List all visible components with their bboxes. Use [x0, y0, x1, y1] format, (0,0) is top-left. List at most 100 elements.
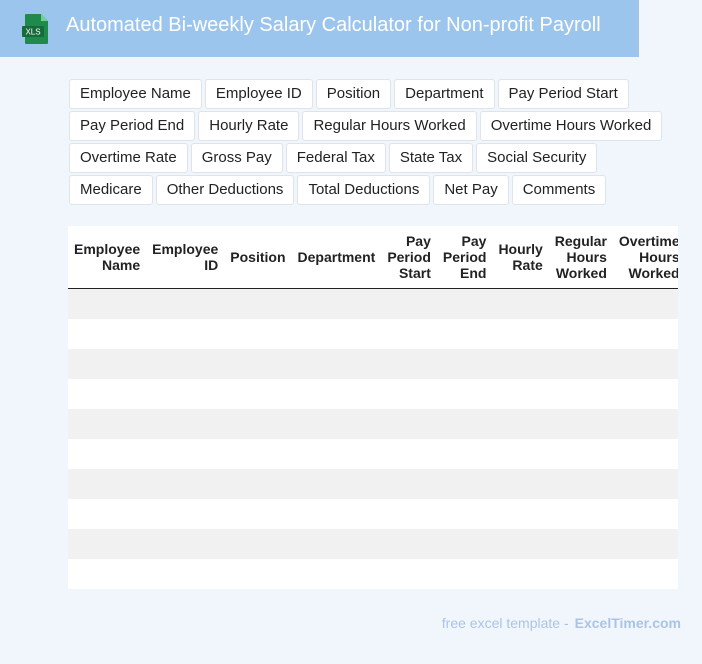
payroll-table-container[interactable]: Employee Name Employee ID Position Departme… [68, 226, 678, 589]
table-cell[interactable] [492, 529, 549, 559]
table-cell[interactable] [291, 379, 382, 409]
table-cell[interactable] [146, 288, 225, 319]
table-cell[interactable] [68, 559, 147, 589]
table-cell[interactable] [612, 288, 678, 319]
table-cell[interactable] [224, 319, 292, 349]
table-cell[interactable] [381, 349, 437, 379]
table-cell[interactable] [381, 409, 437, 439]
table-cell[interactable] [548, 379, 613, 409]
column-tag[interactable]: Total Deductions [297, 175, 431, 205]
table-cell[interactable] [381, 379, 437, 409]
table-cell[interactable] [548, 499, 613, 529]
table-cell[interactable] [548, 288, 613, 319]
column-header[interactable]: Employee Name [68, 226, 147, 289]
table-cell[interactable] [381, 529, 437, 559]
table-cell[interactable] [436, 319, 493, 349]
table-cell[interactable] [68, 469, 147, 499]
table-cell[interactable] [146, 469, 225, 499]
table-cell[interactable] [224, 288, 292, 319]
table-cell[interactable] [146, 379, 225, 409]
table-cell[interactable] [291, 409, 382, 439]
table-cell[interactable] [146, 409, 225, 439]
table-cell[interactable] [492, 469, 549, 499]
table-cell[interactable] [291, 288, 382, 319]
column-header[interactable]: Regular Hours Worked [548, 226, 613, 289]
table-cell[interactable] [224, 529, 292, 559]
table-cell[interactable] [68, 379, 147, 409]
table-cell[interactable] [548, 529, 613, 559]
column-tag[interactable]: Overtime Rate [69, 143, 188, 173]
table-cell[interactable] [381, 439, 437, 469]
table-cell[interactable] [612, 349, 678, 379]
table-cell[interactable] [492, 319, 549, 349]
table-cell[interactable] [612, 319, 678, 349]
column-tag[interactable]: Employee Name [69, 79, 202, 109]
table-cell[interactable] [548, 349, 613, 379]
table-cell[interactable] [224, 469, 292, 499]
column-tag[interactable]: Federal Tax [285, 143, 386, 173]
table-cell[interactable] [548, 469, 613, 499]
column-tag[interactable]: Employee ID [204, 79, 313, 109]
table-cell[interactable] [612, 469, 678, 499]
table-cell[interactable] [291, 499, 382, 529]
column-tag[interactable]: Regular Hours Worked [302, 111, 477, 141]
footer-brand-link[interactable]: ExcelTimer.com [575, 615, 681, 631]
table-cell[interactable] [492, 499, 549, 529]
table-cell[interactable] [224, 559, 292, 589]
column-tag[interactable]: Department [394, 79, 495, 109]
column-tag[interactable]: Net Pay [433, 175, 509, 205]
column-tag[interactable]: Gross Pay [190, 143, 283, 173]
table-cell[interactable] [548, 439, 613, 469]
table-cell[interactable] [381, 499, 437, 529]
table-cell[interactable] [146, 349, 225, 379]
table-cell[interactable] [381, 559, 437, 589]
table-cell[interactable] [381, 319, 437, 349]
table-cell[interactable] [492, 439, 549, 469]
table-cell[interactable] [291, 559, 382, 589]
table-cell[interactable] [612, 559, 678, 589]
table-cell[interactable] [436, 288, 493, 319]
table-cell[interactable] [436, 529, 493, 559]
table-cell[interactable] [291, 349, 382, 379]
table-cell[interactable] [612, 379, 678, 409]
table-cell[interactable] [548, 559, 613, 589]
column-header[interactable]: Position [224, 226, 292, 289]
table-cell[interactable] [224, 379, 292, 409]
table-cell[interactable] [68, 409, 147, 439]
table-cell[interactable] [548, 409, 613, 439]
column-tag[interactable]: State Tax [388, 143, 474, 173]
column-tag[interactable]: Position [315, 79, 392, 109]
table-cell[interactable] [224, 439, 292, 469]
table-cell[interactable] [68, 288, 147, 319]
table-cell[interactable] [492, 349, 549, 379]
table-cell[interactable] [492, 379, 549, 409]
table-cell[interactable] [436, 469, 493, 499]
table-cell[interactable] [492, 559, 549, 589]
table-cell[interactable] [492, 409, 549, 439]
table-cell[interactable] [436, 379, 493, 409]
table-cell[interactable] [224, 409, 292, 439]
table-cell[interactable] [612, 409, 678, 439]
table-cell[interactable] [436, 409, 493, 439]
column-tag[interactable]: Comments [511, 175, 607, 205]
table-cell[interactable] [68, 499, 147, 529]
column-header[interactable]: Pay Period Start [381, 226, 437, 289]
column-header[interactable]: Department [291, 226, 382, 289]
table-cell[interactable] [548, 319, 613, 349]
table-cell[interactable] [146, 319, 225, 349]
table-cell[interactable] [436, 559, 493, 589]
table-cell[interactable] [68, 349, 147, 379]
table-cell[interactable] [146, 499, 225, 529]
table-cell[interactable] [291, 319, 382, 349]
column-tag[interactable]: Hourly Rate [198, 111, 300, 141]
column-tag[interactable]: Social Security [476, 143, 598, 173]
column-header[interactable]: Employee ID [146, 226, 225, 289]
column-header[interactable]: Pay Period End [436, 226, 493, 289]
table-cell[interactable] [492, 288, 549, 319]
table-cell[interactable] [146, 439, 225, 469]
table-cell[interactable] [291, 529, 382, 559]
table-cell[interactable] [146, 529, 225, 559]
column-header[interactable]: Hourly Rate [492, 226, 549, 289]
table-cell[interactable] [381, 288, 437, 319]
table-cell[interactable] [436, 349, 493, 379]
